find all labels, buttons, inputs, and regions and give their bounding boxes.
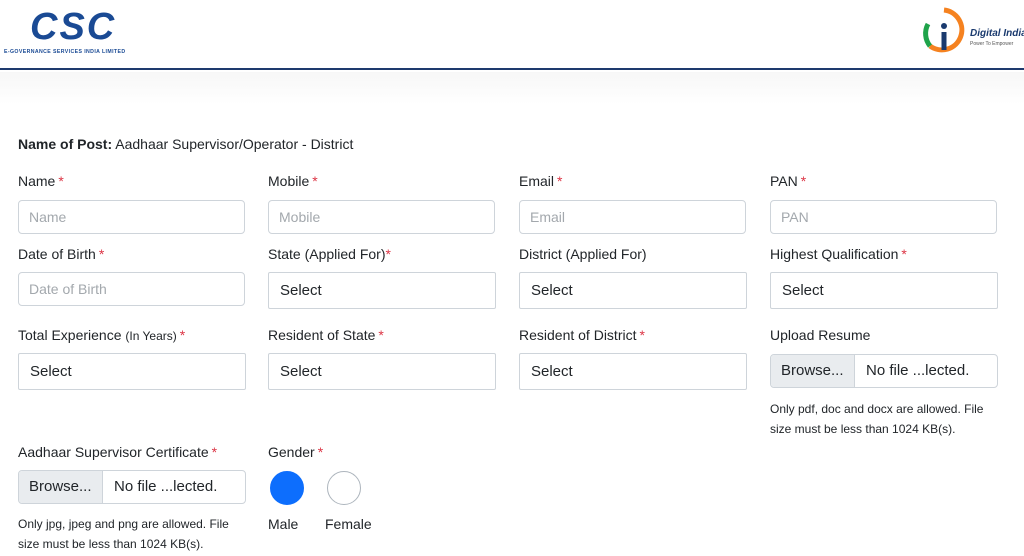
resident-district-select[interactable]: Select [519, 353, 747, 390]
digital-india-text: Digital India [970, 28, 1024, 39]
required-mark: * [312, 173, 318, 189]
dob-label-text: Date of Birth [18, 246, 96, 262]
district-label: District (Applied For) [519, 246, 647, 262]
gender-label-text: Gender [268, 444, 315, 460]
required-mark: * [385, 246, 391, 262]
required-mark: * [179, 327, 186, 343]
district-select[interactable]: Select [519, 272, 747, 309]
experience-label-text: Total Experience [18, 327, 122, 343]
dob-label: Date of Birth * [18, 246, 104, 262]
certificate-label: Aadhaar Supervisor Certificate * [18, 444, 217, 460]
certificate-file-input[interactable]: Browse... No file ...lected. [18, 470, 246, 504]
pan-label-text: PAN [770, 173, 798, 189]
gender-male-label[interactable]: Male [268, 516, 298, 532]
certificate-label-text: Aadhaar Supervisor Certificate [18, 444, 209, 460]
digital-india-logo[interactable]: Digital India Power To Empower [922, 6, 1024, 62]
resident-district-label: Resident of District * [519, 327, 645, 343]
gender-male-radio[interactable] [270, 471, 304, 505]
resume-help-text: Only pdf, doc and docx are allowed. File… [770, 402, 984, 436]
required-mark: * [58, 173, 64, 189]
required-mark: * [378, 327, 384, 343]
post-name-value: Aadhaar Supervisor/Operator - District [115, 136, 354, 152]
state-label: State (Applied For)* [268, 246, 391, 262]
resident-district-label-text: Resident of District [519, 327, 637, 343]
name-input[interactable] [18, 200, 245, 234]
certificate-browse-button[interactable]: Browse... [19, 471, 103, 503]
resident-state-label: Resident of State * [268, 327, 384, 343]
digital-india-tagline: Power To Empower [970, 41, 1014, 47]
resume-label: Upload Resume [770, 327, 871, 343]
name-label: Name * [18, 173, 64, 189]
name-label-text: Name [18, 173, 56, 189]
mobile-input[interactable] [268, 200, 495, 234]
gender-female-label[interactable]: Female [325, 516, 372, 532]
email-label: Email * [519, 173, 562, 189]
required-mark: * [800, 173, 807, 189]
experience-select[interactable]: Select [18, 353, 246, 390]
required-mark: * [557, 173, 563, 189]
certificate-file-name: No file ...lected. [114, 478, 218, 495]
experience-label: Total Experience (In Years) * [18, 327, 185, 343]
pan-input[interactable] [770, 200, 997, 234]
mobile-label: Mobile * [268, 173, 318, 189]
required-mark: * [901, 246, 907, 262]
csc-logo-subtitle: E-GOVERNANCE SERVICES INDIA LIMITED [4, 49, 126, 55]
gender-female-radio[interactable] [327, 471, 361, 505]
dob-input[interactable] [18, 272, 245, 306]
pan-label: PAN * [770, 173, 806, 189]
state-select[interactable]: Select [268, 272, 496, 309]
resume-file-name: No file ...lected. [866, 362, 970, 379]
resident-state-select[interactable]: Select [268, 353, 496, 390]
resident-state-label-text: Resident of State [268, 327, 376, 343]
certificate-help-text: Only jpg, jpeg and png are allowed. File… [18, 517, 229, 551]
required-mark: * [317, 444, 324, 460]
resume-file-input[interactable]: Browse... No file ...lected. [770, 354, 998, 388]
qualification-label: Highest Qualification * [770, 246, 907, 262]
header-shadow-band [0, 72, 1024, 104]
qualification-label-text: Highest Qualification [770, 246, 899, 262]
qualification-select[interactable]: Select [770, 272, 998, 309]
email-label-text: Email [519, 173, 555, 189]
gender-label: Gender * [268, 444, 323, 460]
post-name: Name of Post: Aadhaar Supervisor/Operato… [18, 136, 353, 152]
experience-unit: (In Years) [125, 329, 177, 343]
site-header: CSC E-GOVERNANCE SERVICES INDIA LIMITED … [0, 0, 1024, 70]
digital-india-emblem-icon [923, 7, 965, 53]
state-label-text: State (Applied For) [268, 246, 386, 262]
mobile-label-text: Mobile [268, 173, 310, 189]
required-mark: * [211, 444, 218, 460]
csc-logo[interactable]: CSC E-GOVERNANCE SERVICES INDIA LIMITED [4, 6, 134, 58]
required-mark: * [98, 246, 105, 262]
post-name-label: Name of Post: [18, 136, 113, 152]
resume-browse-button[interactable]: Browse... [771, 355, 855, 387]
csc-logo-text: CSC [30, 6, 117, 48]
required-mark: * [639, 327, 645, 343]
email-input[interactable] [519, 200, 746, 234]
